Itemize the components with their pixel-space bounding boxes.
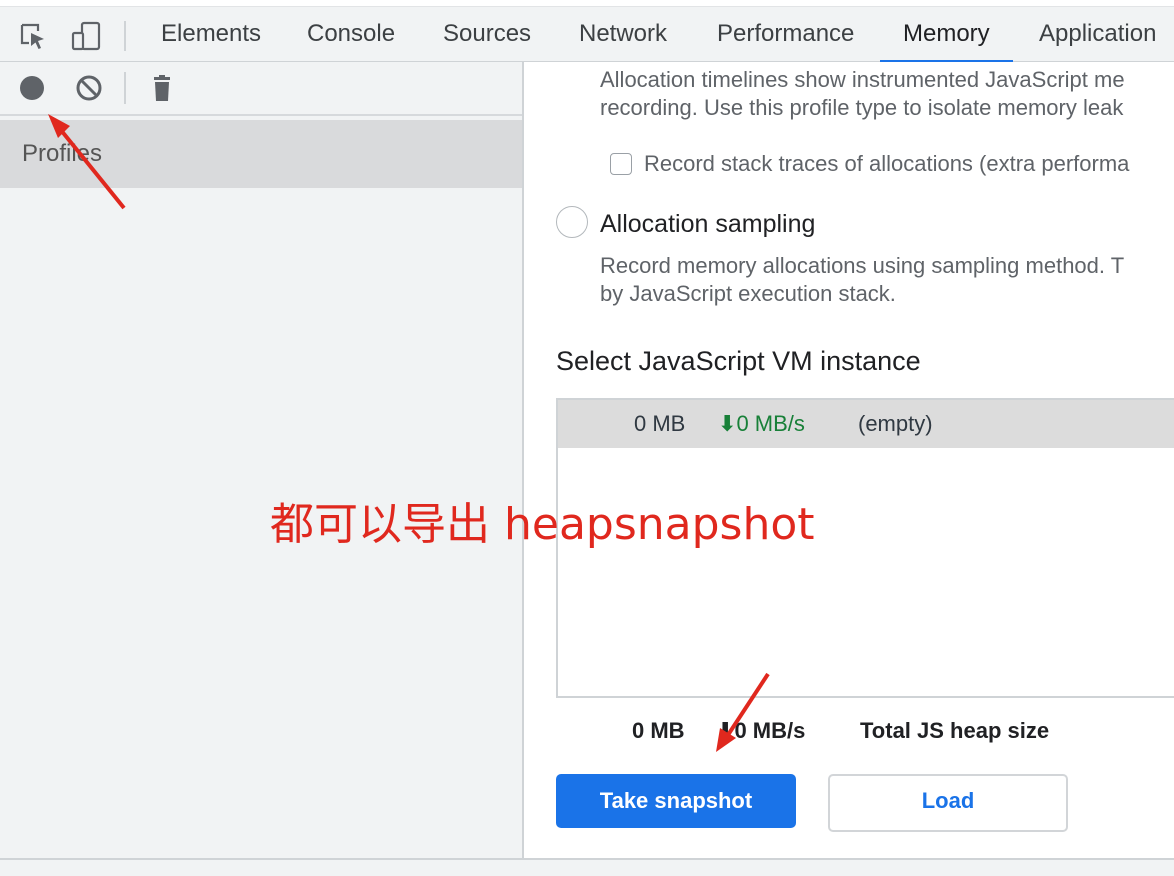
memory-profile-panel: Allocation timelines show instrumented J… (524, 62, 1174, 858)
devtools-tab-bar: Elements Console Sources Network Perform… (0, 6, 1174, 63)
total-heap-rate: ⬇0 MB/s (716, 718, 806, 743)
trash-icon[interactable] (148, 74, 176, 102)
allocation-sampling-description: Record memory allocations using sampling… (600, 253, 1125, 278)
profiles-label: Profiles (22, 140, 103, 167)
vm-instance-title: Select JavaScript VM instance (556, 346, 921, 376)
record-icon[interactable] (18, 74, 46, 102)
allocation-timeline-description-2: recording. Use this profile type to isol… (600, 95, 1124, 120)
tab-elements[interactable]: Elements (161, 7, 261, 61)
vm-name: (empty) (858, 411, 933, 436)
tab-sources[interactable]: Sources (443, 7, 531, 61)
toolbar-separator (124, 21, 126, 51)
tab-application[interactable]: Application (1039, 7, 1156, 61)
down-arrow-icon: ⬇ (718, 411, 737, 436)
tab-console[interactable]: Console (307, 7, 395, 61)
bottom-border (0, 858, 1174, 876)
record-stack-traces-label: Record stack traces of allocations (extr… (644, 151, 1130, 176)
vm-instance-row[interactable]: 0 MB ⬇0 MB/s (empty) (558, 400, 1174, 448)
profiles-header[interactable]: Profiles (0, 120, 522, 188)
record-stack-traces-checkbox[interactable] (610, 153, 632, 175)
total-heap-size-value: 0 MB (632, 718, 685, 743)
profiles-sidebar: Profiles (0, 62, 524, 858)
allocation-sampling-title: Allocation sampling (600, 210, 816, 238)
take-snapshot-button[interactable]: Take snapshot (556, 774, 796, 828)
tab-memory[interactable]: Memory (880, 7, 1013, 63)
toolbar-separator (124, 72, 126, 104)
total-heap-size-label: Total JS heap size (860, 718, 1050, 743)
allocation-sampling-radio[interactable] (556, 206, 588, 238)
load-button[interactable]: Load (828, 774, 1068, 832)
annotation-text: 都可以导出 heapsnapshot (270, 499, 815, 550)
vm-rate: ⬇0 MB/s (718, 411, 805, 436)
clear-icon[interactable] (75, 74, 103, 102)
inspect-element-icon[interactable] (18, 21, 48, 51)
allocation-sampling-description-2: by JavaScript execution stack. (600, 281, 896, 306)
vm-size: 0 MB (634, 411, 686, 436)
allocation-timeline-description: Allocation timelines show instrumented J… (600, 67, 1125, 92)
tab-performance[interactable]: Performance (717, 7, 854, 61)
down-arrow-icon: ⬇ (716, 718, 735, 743)
device-toolbar-icon[interactable] (70, 21, 101, 51)
profiles-toolbar (0, 62, 522, 116)
tab-network[interactable]: Network (579, 7, 667, 61)
